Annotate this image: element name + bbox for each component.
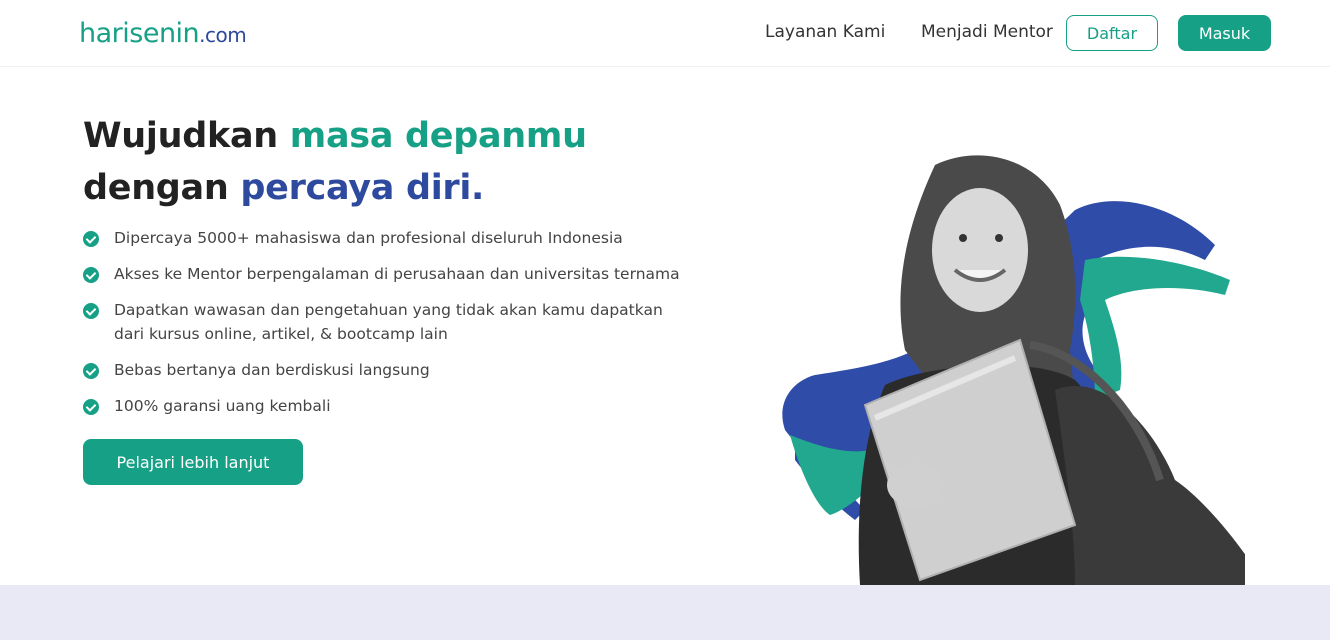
person-eye: [995, 234, 1003, 242]
brand-logo[interactable]: harisenin.com: [79, 18, 247, 49]
feature-text: Dipercaya 5000+ mahasiswa dan profesiona…: [114, 229, 623, 247]
headline-line1-plain: Wujudkan: [83, 116, 290, 156]
next-section-band: [0, 585, 1330, 640]
register-button[interactable]: Daftar: [1066, 15, 1158, 51]
feature-item: Dapatkan wawasan dan pengetahuan yang ti…: [83, 298, 723, 346]
person-eye: [959, 234, 967, 242]
feature-text: 100% garansi uang kembali: [114, 397, 331, 415]
check-circle-icon: [83, 267, 99, 283]
green-brush-stroke: [1080, 256, 1230, 400]
feature-item: 100% garansi uang kembali: [83, 394, 723, 418]
top-navbar: harisenin.com Layanan Kami Menjadi Mento…: [0, 0, 1330, 67]
headline-line2-accent: percaya diri.: [240, 168, 485, 208]
headline-line1-accent: masa depanmu: [289, 116, 587, 156]
nav-link-layanan-kami[interactable]: Layanan Kami: [765, 22, 885, 42]
check-circle-icon: [83, 363, 99, 379]
logo-suffix-text: .com: [199, 23, 247, 47]
login-button[interactable]: Masuk: [1178, 15, 1271, 51]
check-circle-icon: [83, 399, 99, 415]
feature-item: Akses ke Mentor berpengalaman di perusah…: [83, 262, 723, 286]
person-face: [932, 188, 1028, 312]
feature-item: Bebas bertanya dan berdiskusi langsung: [83, 358, 723, 382]
feature-item: Dipercaya 5000+ mahasiswa dan profesiona…: [83, 226, 723, 250]
check-circle-icon: [83, 303, 99, 319]
learn-more-button[interactable]: Pelajari lebih lanjut: [83, 439, 303, 485]
headline-line2-plain: dengan: [83, 168, 241, 208]
person-hand: [887, 463, 943, 507]
hero-student-illustration: [782, 155, 1245, 585]
check-circle-icon: [83, 231, 99, 247]
feature-list: Dipercaya 5000+ mahasiswa dan profesiona…: [83, 226, 723, 430]
nav-link-menjadi-mentor[interactable]: Menjadi Mentor: [921, 22, 1053, 42]
logo-main-text: harisenin: [79, 18, 200, 49]
shoulder-bag: [1055, 386, 1245, 585]
feature-text: Bebas bertanya dan berdiskusi langsung: [114, 361, 430, 379]
hero-headline: Wujudkan masa depanmu dengan percaya dir…: [83, 110, 587, 214]
feature-text: Dapatkan wawasan dan pengetahuan yang ti…: [114, 301, 663, 343]
feature-text: Akses ke Mentor berpengalaman di perusah…: [114, 265, 680, 283]
